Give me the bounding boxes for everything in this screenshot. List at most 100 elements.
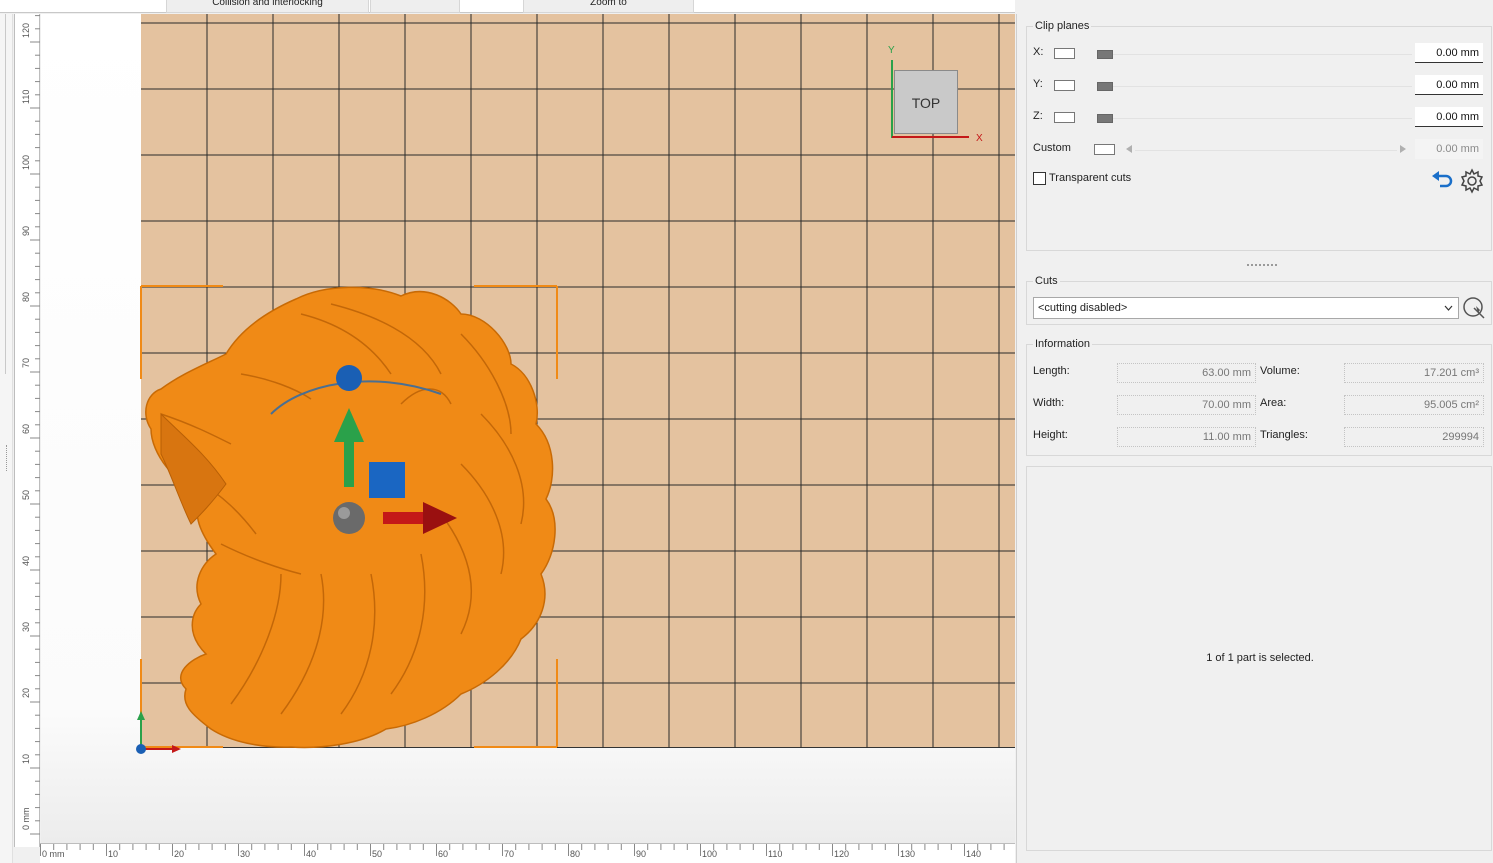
horizontal-ruler-label: 40 <box>306 849 317 859</box>
nav-axis-x-label: X <box>976 133 983 144</box>
width-label: Width: <box>1033 397 1065 409</box>
panel-splitter[interactable] <box>1247 264 1277 266</box>
horizontal-ruler-label: 130 <box>900 849 916 859</box>
scale-handle[interactable] <box>369 462 405 498</box>
clip-z-track <box>1097 118 1412 119</box>
tab-zoom-to[interactable]: Zoom to <box>523 0 694 13</box>
clip-x-slider-handle[interactable] <box>1097 50 1113 59</box>
horizontal-ruler-label: 110 <box>768 849 783 859</box>
tab-label: Collision and interlocking <box>212 0 323 8</box>
clip-x-label: X: <box>1033 46 1044 58</box>
information-group: Information Length: 63.00 mm Volume: 17.… <box>1026 338 1492 456</box>
horizontal-ruler-label: 60 <box>438 849 449 859</box>
left-side-strip <box>0 14 13 863</box>
clip-custom-track <box>1135 150 1397 151</box>
clip-x-value-input[interactable]: 0.00 mm <box>1415 43 1483 63</box>
vertical-ruler-label: 90 <box>21 225 31 236</box>
vertical-ruler-label: 40 <box>21 555 31 566</box>
clip-planes-title: Clip planes <box>1033 20 1092 32</box>
length-label: Length: <box>1033 365 1070 377</box>
vertical-ruler-label: 120 <box>21 22 31 38</box>
settings-gear-icon[interactable] <box>1459 168 1485 194</box>
cuts-group: Cuts <cutting disabled> <box>1026 275 1492 325</box>
reset-undo-icon[interactable] <box>1431 170 1455 192</box>
horizontal-ruler-label: 70 <box>504 849 515 859</box>
transparent-cuts-label: Transparent cuts <box>1049 172 1132 184</box>
horizontal-ruler-label: 120 <box>834 849 850 859</box>
triangles-value: 299994 <box>1344 427 1484 447</box>
selection-status-area: 1 of 1 part is selected. <box>1026 466 1492 851</box>
clip-z-value-input[interactable]: 0.00 mm <box>1415 107 1483 127</box>
clip-planes-group: Clip planes X: 0.00 mm Y: 0.00 mm Z: 0.0… <box>1026 20 1492 251</box>
horizontal-ruler-label: 0 mm <box>42 849 65 859</box>
horizontal-ruler-label: 20 <box>174 849 185 859</box>
vertical-ruler-label: 30 <box>21 621 31 632</box>
tab-label: Zoom to <box>590 0 627 8</box>
clip-z-toggle[interactable] <box>1054 112 1075 123</box>
length-value: 63.00 mm <box>1117 363 1256 383</box>
clip-x-track <box>1097 54 1412 55</box>
volume-value: 17.201 cm³ <box>1344 363 1484 383</box>
properties-panel: Clip planes X: 0.00 mm Y: 0.00 mm Z: 0.0… <box>1016 14 1493 863</box>
cut-tool-icon[interactable] <box>1462 296 1486 320</box>
area-label: Area: <box>1260 397 1287 409</box>
vertical-ruler-label: 80 <box>21 291 31 302</box>
clip-y-label: Y: <box>1033 78 1043 90</box>
triangles-label: Triangles: <box>1260 429 1308 441</box>
horizontal-ruler-label: 30 <box>240 849 251 859</box>
cuts-select[interactable]: <cutting disabled> <box>1033 297 1459 319</box>
horizontal-ruler-label: 100 <box>702 849 718 859</box>
scene-overlay: Y X <box>136 45 983 754</box>
clip-y-slider-handle[interactable] <box>1097 82 1113 91</box>
x-axis-arrow-shaft[interactable] <box>383 512 423 524</box>
vertical-ruler-label: 110 <box>21 89 31 104</box>
width-value: 70.00 mm <box>1117 395 1256 415</box>
vertical-ruler: 120 110 100 90 80 70 60 50 40 30 20 10 0 mm <box>14 14 40 847</box>
horizontal-ruler-label: 50 <box>372 849 383 859</box>
vertical-ruler-label: 0 mm <box>21 807 31 831</box>
transparent-cuts-checkbox[interactable] <box>1033 172 1046 185</box>
clip-y-track <box>1097 86 1412 87</box>
move-center-handle[interactable] <box>333 502 365 534</box>
tab-collision-interlocking[interactable]: Collision and interlocking <box>166 0 369 13</box>
vertical-ruler-label: 70 <box>21 357 31 368</box>
horizontal-ruler-ticks <box>40 844 1005 856</box>
area-value: 95.005 cm² <box>1344 395 1484 415</box>
information-title: Information <box>1033 338 1093 350</box>
horizontal-ruler-label: 10 <box>108 849 119 859</box>
clip-custom-toggle[interactable] <box>1094 144 1115 155</box>
3d-viewport[interactable]: Y X TOP <box>41 14 1015 843</box>
clip-custom-value-input[interactable]: 0.00 mm <box>1415 139 1483 159</box>
chevron-down-icon <box>1444 305 1453 311</box>
horizontal-ruler-label: 90 <box>636 849 647 859</box>
horizontal-ruler: 0 mm 10 20 30 40 50 60 70 80 90 100 110 120 130 140 <box>40 843 1015 863</box>
vertical-ruler-label: 50 <box>21 489 31 500</box>
tab-blank[interactable] <box>370 0 460 13</box>
app-window: Collision and interlocking Zoom to 120 11… <box>0 0 1493 863</box>
clip-y-toggle[interactable] <box>1054 80 1075 91</box>
top-tab-strip: Collision and interlocking Zoom to <box>0 0 1015 13</box>
left-splitter-grip[interactable] <box>6 445 9 471</box>
selection-status-text: 1 of 1 part is selected. <box>1206 652 1314 664</box>
cuts-title: Cuts <box>1033 275 1060 287</box>
clip-custom-left-arrow-icon[interactable] <box>1125 144 1133 154</box>
nav-cube-label: TOP <box>911 95 941 111</box>
scroll-indicator[interactable] <box>0 14 6 374</box>
clip-z-slider-handle[interactable] <box>1097 114 1113 123</box>
vertical-ruler-label: 20 <box>21 687 31 698</box>
clip-z-label: Z: <box>1033 110 1043 122</box>
horizontal-ruler-label: 140 <box>966 849 982 859</box>
vertical-ruler-label: 100 <box>21 154 31 170</box>
cuts-select-value: <cutting disabled> <box>1038 302 1128 314</box>
vertical-ruler-label: 10 <box>21 753 31 764</box>
clip-custom-right-arrow-icon[interactable] <box>1399 144 1407 154</box>
rotate-handle[interactable] <box>336 365 362 391</box>
horizontal-ruler-label: 80 <box>570 849 581 859</box>
clip-y-value-input[interactable]: 0.00 mm <box>1415 75 1483 95</box>
vertical-ruler-label: 60 <box>21 423 31 434</box>
volume-label: Volume: <box>1260 365 1300 377</box>
height-label: Height: <box>1033 429 1068 441</box>
nav-cube[interactable]: TOP <box>894 70 958 134</box>
nav-axis-y-label: Y <box>888 45 895 56</box>
clip-x-toggle[interactable] <box>1054 48 1075 59</box>
